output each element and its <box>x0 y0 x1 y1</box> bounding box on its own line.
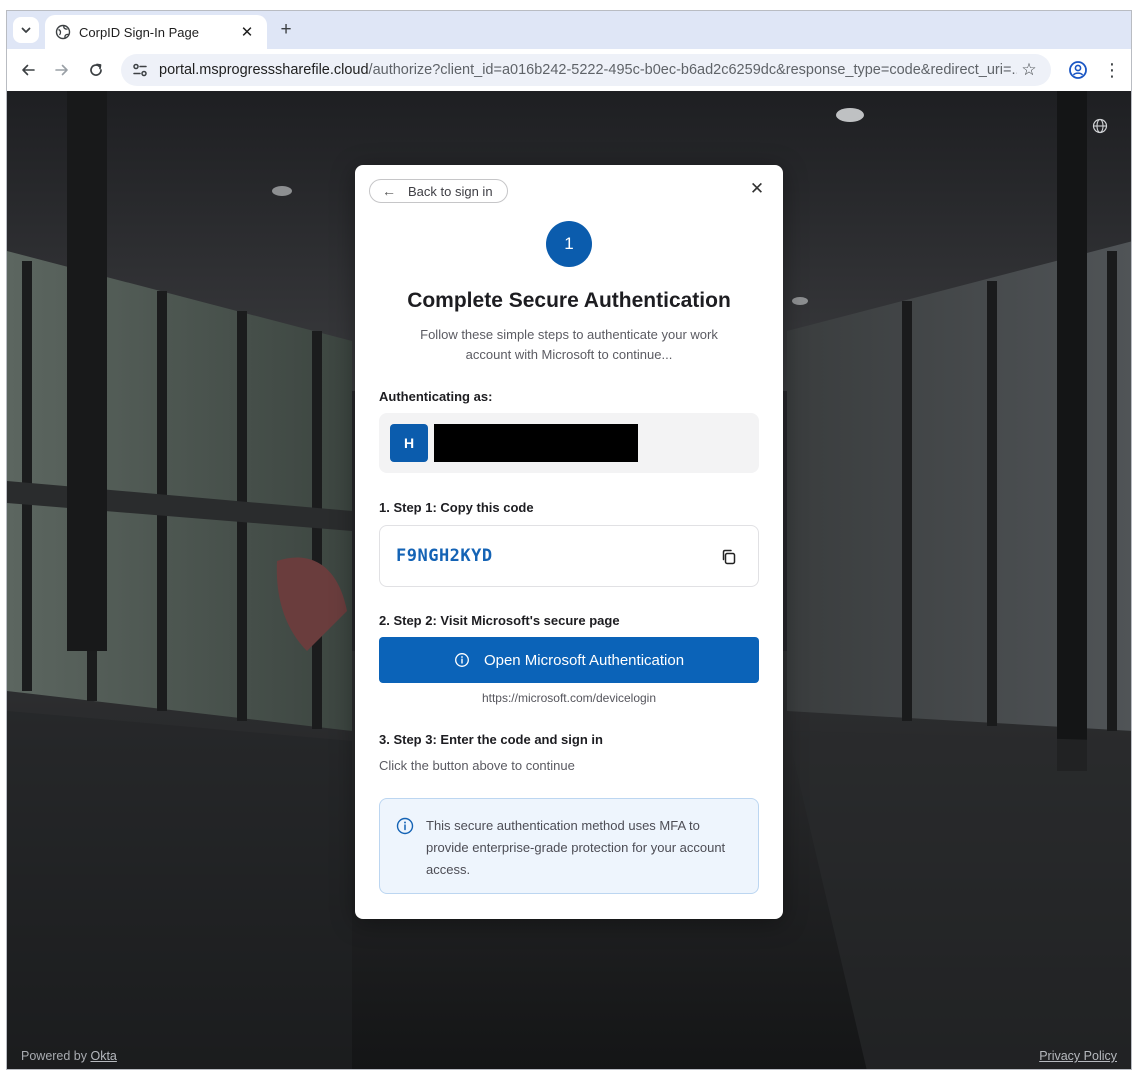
step2-label: 2. Step 2: Visit Microsoft's secure page <box>379 613 620 628</box>
powered-by-prefix: Powered by <box>21 1049 91 1063</box>
step3-instructions: Click the button above to continue <box>379 758 575 773</box>
device-login-url: https://microsoft.com/devicelogin <box>481 691 657 705</box>
tab-strip: CorpID Sign-In Page ✕ + <box>7 11 1131 49</box>
open-microsoft-authentication-label: Open Microsoft Authentication <box>483 651 685 669</box>
bookmark-star-icon[interactable]: ☆ <box>1017 60 1041 80</box>
tab-search-button[interactable] <box>13 17 39 43</box>
globe-icon <box>55 24 71 40</box>
reload-button[interactable] <box>79 55 113 85</box>
arrow-right-icon <box>55 64 68 76</box>
forward-button[interactable] <box>45 55 79 85</box>
site-settings-icon[interactable] <box>131 61 149 79</box>
browser-toolbar: portal.msprogresssharefile.cloud/authori… <box>7 49 1131 91</box>
url-path: /authorize?client_id=a016b242-5222-495c-… <box>368 62 1017 78</box>
step3-label: 3. Step 3: Enter the code and sign in <box>379 732 603 747</box>
arrow-left-icon: ← <box>382 183 396 199</box>
mfa-info-text: This secure authentication method uses M… <box>426 818 726 877</box>
back-to-sign-in-button[interactable]: ← Back to sign in <box>369 179 508 203</box>
page-viewport: ← Back to sign in ✕ 1 Complete Secure Au… <box>7 91 1131 1069</box>
tab-close-icon[interactable]: ✕ <box>237 23 257 41</box>
privacy-policy-link[interactable]: Privacy Policy <box>1039 1049 1117 1063</box>
reload-icon <box>90 63 102 76</box>
okta-link[interactable]: Okta <box>90 1049 116 1063</box>
card-subtitle: Follow these simple steps to authenticat… <box>420 327 718 362</box>
new-tab-button[interactable]: + <box>275 19 297 41</box>
open-microsoft-authentication-button[interactable]: Open Microsoft Authentication <box>379 637 759 683</box>
browser-window: CorpID Sign-In Page ✕ + portal.msprogres… <box>6 10 1132 1070</box>
user-identity-box: H <box>379 413 759 473</box>
auth-card: ← Back to sign in ✕ 1 Complete Secure Au… <box>355 165 783 919</box>
url-text: portal.msprogresssharefile.cloud/authori… <box>159 62 1017 78</box>
info-icon <box>454 653 469 667</box>
device-code: F9NGH2KYD <box>396 546 493 566</box>
redacted-email <box>434 424 638 462</box>
avatar: H <box>390 424 428 462</box>
profile-icon[interactable] <box>1067 59 1089 81</box>
info-circle-icon <box>396 817 414 835</box>
authenticating-as-label: Authenticating as: <box>379 389 493 404</box>
copy-icon[interactable] <box>720 548 738 566</box>
step1-label: 1. Step 1: Copy this code <box>379 500 534 515</box>
back-button[interactable] <box>11 55 45 85</box>
mfa-info-box: This secure authentication method uses M… <box>379 798 759 894</box>
card-title: Complete Secure Authentication <box>407 289 731 312</box>
step-indicator: 1 <box>546 221 592 267</box>
back-to-sign-in-label: Back to sign in <box>408 183 493 199</box>
powered-by: Powered by Okta <box>21 1049 117 1063</box>
browser-menu-icon[interactable]: ⋮ <box>1103 57 1121 83</box>
device-code-box[interactable]: F9NGH2KYD <box>379 525 759 587</box>
url-host: portal.msprogresssharefile.cloud <box>159 62 369 78</box>
address-bar[interactable]: portal.msprogresssharefile.cloud/authori… <box>121 54 1051 86</box>
chevron-down-icon <box>21 27 31 33</box>
browser-tab[interactable]: CorpID Sign-In Page ✕ <box>45 15 267 49</box>
tab-title: CorpID Sign-In Page <box>79 24 199 40</box>
arrow-left-icon <box>22 64 35 76</box>
close-icon[interactable]: ✕ <box>749 179 765 199</box>
language-globe-icon[interactable] <box>1091 117 1109 135</box>
